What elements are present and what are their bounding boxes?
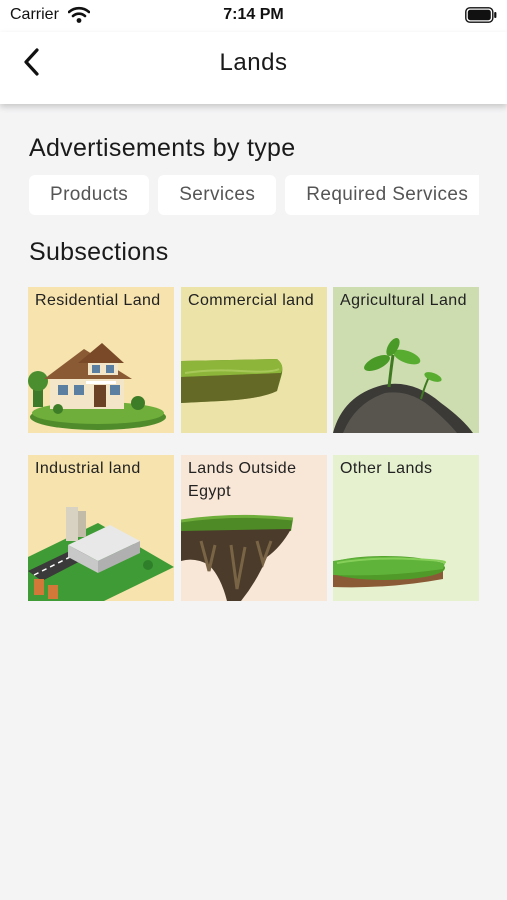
tile-other-lands[interactable]: Other Lands	[333, 455, 479, 601]
floating-island-image	[181, 514, 294, 601]
status-time: 7:14 PM	[223, 6, 284, 23]
tile-label: Other Lands	[340, 460, 433, 477]
tile-lands-outside-egypt[interactable]: Lands Outside Egypt	[181, 455, 327, 601]
status-bar: Carrier 7:14 PM	[0, 0, 507, 32]
grass-disc-image	[333, 556, 446, 588]
tile-agricultural-land[interactable]: Agricultural Land	[333, 287, 479, 433]
navigation-bar: Lands	[0, 32, 507, 104]
tile-label: Industrial land	[35, 460, 141, 477]
ad-types-heading: Advertisements by type	[29, 134, 296, 162]
battery-icon	[465, 7, 497, 23]
subsections-heading: Subsections	[29, 238, 169, 266]
tile-commercial-land[interactable]: Commercial land	[181, 287, 327, 433]
chip-services[interactable]: Services	[158, 175, 277, 215]
tile-residential-land[interactable]: Residential Land	[28, 287, 174, 433]
tile-label: Lands Outside Egypt	[188, 460, 297, 500]
soil-sprout-image	[333, 337, 473, 433]
tile-label: Agricultural Land	[340, 292, 467, 309]
page-title: Lands	[219, 49, 288, 76]
grass-plot-image	[181, 359, 283, 403]
chip-products[interactable]: Products	[29, 175, 150, 215]
tile-label: Commercial land	[188, 292, 315, 309]
house-image	[28, 343, 166, 430]
chip-required-services[interactable]: Required Services	[285, 175, 479, 215]
tile-industrial-land[interactable]: Industrial land	[28, 455, 174, 601]
tile-label: Residential Land	[35, 292, 161, 309]
factory-image	[28, 507, 174, 601]
ad-type-chips[interactable]: Products Services Required Services	[29, 175, 479, 215]
